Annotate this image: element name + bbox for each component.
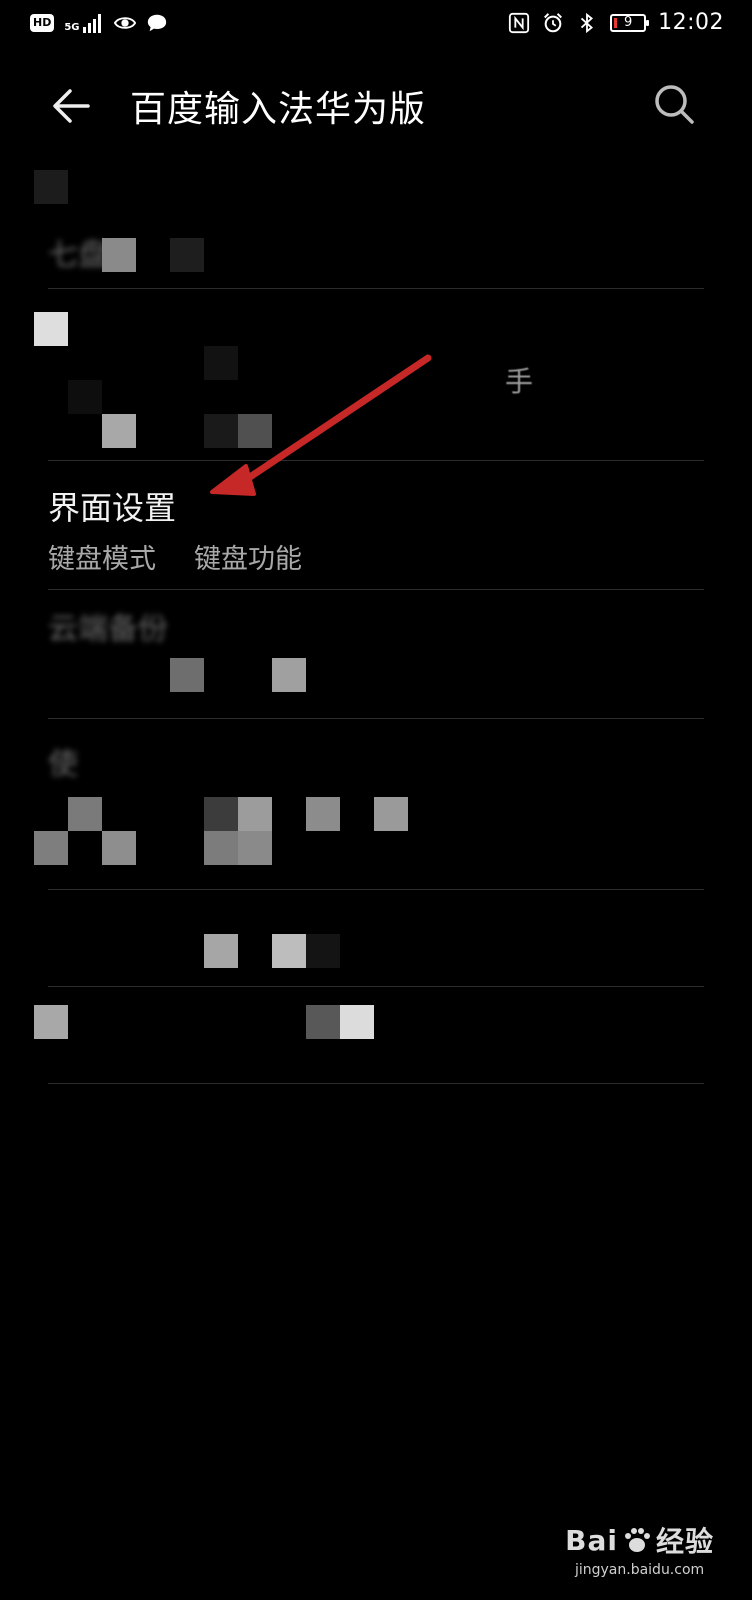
bluetooth-icon [580,12,594,33]
pixel-block [34,312,68,346]
pixel-block [204,934,238,968]
paw-icon [624,1528,650,1552]
divider [48,288,704,289]
obscured-text: 使 [48,747,78,782]
pixel-block [374,797,408,831]
pixel-block [68,797,102,831]
obscured-text: 七盘 [48,238,108,273]
baidu-jingyan-watermark: Bai 经验 jingyan.baidu.com [565,1520,714,1579]
pixel-block [204,414,238,448]
hd-icon: HD [30,14,55,32]
network-type-label: 5G [64,22,80,33]
pixel-block [238,797,272,831]
keyboard-function-label: 键盘功能 [194,544,302,575]
page-title: 百度输入法华为版 [130,89,427,130]
obscured-text: 手 [505,365,534,398]
pixel-block [102,831,136,865]
pixel-block [204,797,238,831]
pixel-block [306,934,340,968]
clock: 12:02 [658,10,724,35]
pixel-block [34,831,68,865]
pixel-block [170,238,204,272]
back-arrow-icon[interactable] [48,82,96,130]
pixel-block [102,238,136,272]
divider [48,1083,704,1084]
obscured-settings-item-6[interactable] [0,987,752,1083]
pixel-block [34,170,68,204]
pixel-block [204,831,238,865]
obscured-text: 云端备份 [48,612,168,647]
pixel-block [68,380,102,414]
nfc-icon [509,12,530,33]
obscured-settings-item-2[interactable]: 手 [0,300,752,460]
interface-settings-subtitle: 键盘模式 键盘功能 [48,537,302,576]
obscured-settings-item-4[interactable]: 使 [0,719,752,889]
interface-settings-title: 界面设置 [48,489,177,527]
pixel-block [306,797,340,831]
signal-icon: 5G [64,13,103,33]
pixel-block [34,1005,68,1039]
pixel-block [272,658,306,692]
pixel-block [272,934,306,968]
message-icon [147,14,166,32]
search-icon[interactable] [652,82,696,126]
pixel-block [170,658,204,692]
app-bar: 百度输入法华为版 [0,60,752,150]
obscured-settings-item-5[interactable] [0,890,752,986]
battery-level: 9 [623,15,633,30]
obscured-settings-item-3[interactable]: 云端备份 [0,590,752,718]
pixel-block [238,831,272,865]
pixel-block [102,414,136,448]
watermark-brand-suffix: 经验 [655,1525,714,1558]
alarm-icon [544,12,563,32]
eye-icon [113,17,136,29]
watermark-brand: Bai [565,1523,618,1557]
status-bar: HD 5G 9 12:02 [0,0,752,52]
watermark-url: jingyan.baidu.com [574,1562,705,1578]
pixel-block [204,346,238,380]
battery-icon: 9 [610,13,650,32]
pixel-block [238,414,272,448]
obscured-settings-item-1[interactable]: 七盘 [0,160,752,288]
interface-settings-item[interactable]: 界面设置 键盘模式 键盘功能 [0,461,752,589]
pixel-block [340,1005,374,1039]
pixel-block [306,1005,340,1039]
keyboard-mode-label: 键盘模式 [48,544,156,575]
